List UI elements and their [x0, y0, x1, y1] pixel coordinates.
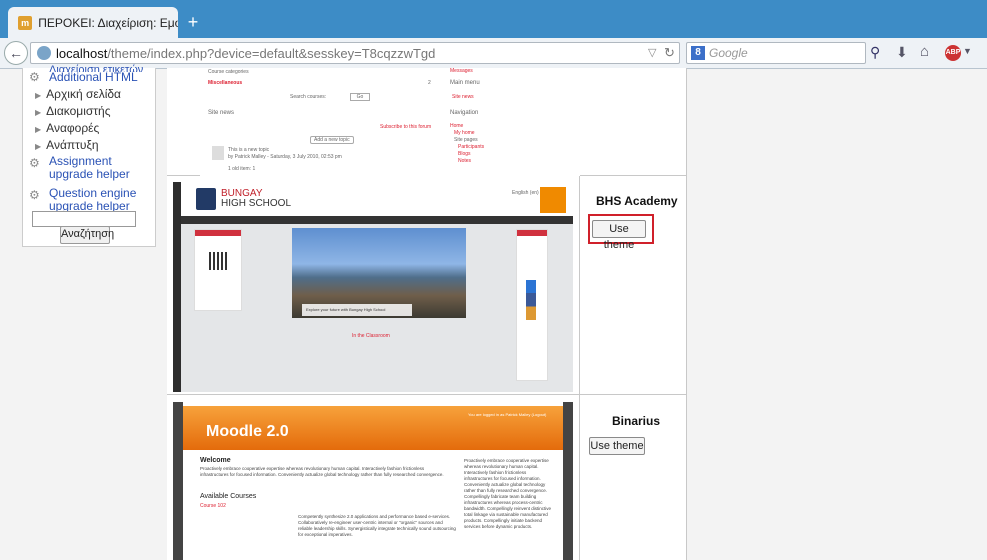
binarius-login-info: You are logged in as Patrick Malley (Log…: [468, 412, 547, 417]
binarius-available-courses: Available Courses: [200, 493, 257, 500]
add-topic-button: Add a new topic: [310, 136, 354, 144]
theme-preview-previous: Course categories Miscellaneous 2 Search…: [200, 68, 580, 176]
course-categories-label: Course categories: [208, 69, 249, 75]
back-icon[interactable]: ←: [4, 41, 28, 65]
gear-icon: ⚙: [29, 156, 40, 170]
nav-blogs: Blogs: [458, 151, 471, 157]
binarius-side-text: Proactively embrace cooperative expertis…: [464, 458, 552, 529]
search-icon[interactable]: ⚲: [870, 44, 880, 61]
go-button: Go: [350, 93, 370, 101]
url-bar[interactable]: localhost/theme/index.php?device=default…: [30, 42, 680, 64]
bhs-left-block: [194, 229, 242, 311]
search-placeholder: Google: [709, 46, 748, 60]
url-path: /theme/index.php?device=default&sesskey=…: [107, 45, 436, 61]
messages-heading: Messages: [450, 68, 473, 74]
triangle-right-icon: ▶: [35, 91, 42, 100]
post-title: This is a new topic: [228, 147, 270, 153]
theme-name-bhs: BHS Academy: [596, 194, 678, 208]
triangle-right-icon: ▶: [35, 142, 42, 151]
bhs-logo-square: [540, 187, 566, 213]
sidebar-item-question-engine[interactable]: Question engine upgrade helper: [49, 187, 153, 213]
sidebar-item-additional-html[interactable]: Additional HTML: [49, 70, 138, 84]
reload-icon[interactable]: ↻: [664, 45, 675, 61]
sidebar-item-assignment-upgrade[interactable]: Assignment upgrade helper: [49, 155, 153, 181]
binarius-welcome-text: Proactively embrace cooperative expertis…: [200, 466, 444, 477]
misc-count: 2: [428, 80, 431, 86]
school-crest-icon: [196, 188, 216, 210]
social-icons: [526, 280, 536, 320]
bhs-slide-caption: Explore your future with Bungay High Sch…: [302, 304, 412, 316]
binarius-welcome-heading: Welcome: [200, 457, 231, 464]
triangle-right-icon: ▶: [35, 125, 42, 134]
subscribe-link: Subscribe to this forum: [380, 124, 432, 130]
url-host: localhost: [56, 45, 108, 61]
chevron-down-icon[interactable]: ▼: [963, 46, 972, 56]
bhs-classroom-heading: In the Classroom: [352, 333, 390, 339]
nav-home: Home: [450, 123, 464, 129]
sidebar-item-label: Αναφορές: [46, 121, 100, 135]
gear-icon: ⚙: [29, 188, 40, 202]
bhs-right-blocks: [516, 229, 548, 381]
nav-notes: Notes: [458, 158, 472, 164]
sidebar-search-input[interactable]: [32, 211, 136, 227]
nav-site-pages: Site pages: [454, 137, 478, 143]
adblock-icon[interactable]: ABP: [945, 45, 961, 61]
bhs-logo-line2: HIGH SCHOOL: [221, 198, 292, 209]
avatar: [212, 146, 224, 160]
use-theme-button[interactable]: Use theme: [592, 220, 646, 251]
older-items: 1 old item: 1: [228, 166, 256, 172]
bhs-language: English (en): [512, 190, 539, 196]
nav-participants: Participants: [458, 144, 485, 150]
misc-category-link: Miscellaneous: [208, 80, 243, 86]
use-theme-button[interactable]: Use theme: [589, 437, 645, 455]
home-icon[interactable]: ⌂: [920, 43, 929, 60]
gear-icon: ⚙: [29, 70, 40, 84]
navigation-heading: Navigation: [450, 110, 479, 116]
binarius-course-link: Course 102: [200, 503, 226, 509]
sidebar-item-label: Αρχική σελίδα: [46, 87, 121, 101]
sidebar-item-label: Ανάπτυξη: [46, 138, 99, 152]
post-byline: by Patrick Malley - Saturday, 3 July 201…: [228, 154, 342, 160]
theme-name-binarius: Binarius: [612, 414, 661, 428]
globe-icon: [37, 46, 51, 60]
sidebar-item-server[interactable]: ▶ Διακομιστής: [35, 104, 111, 118]
triangle-right-icon: ▶: [35, 108, 42, 117]
binarius-site-title: Moodle 2.0: [206, 423, 289, 440]
site-news-heading: Site news: [208, 110, 235, 116]
bhs-menu-bar: [181, 216, 573, 224]
sidebar-search-button[interactable]: Αναζήτηση: [60, 226, 114, 244]
nav-my-home: My home: [454, 130, 475, 136]
tab-title: ΠΕΡΟΚΕΙ: Διαχείριση: Εμφάνισ...: [38, 15, 178, 30]
sidebar-item-label: Διακομιστής: [46, 104, 111, 118]
sidebar-item-frontpage[interactable]: ▶ Αρχική σελίδα: [35, 87, 121, 101]
main-menu-heading: Main menu: [450, 80, 480, 86]
google-icon: 8: [691, 46, 705, 60]
moodle-favicon-icon: m: [18, 15, 33, 30]
site-news-link: Site news: [452, 94, 474, 100]
browser-tab[interactable]: m ΠΕΡΟΚΕΙ: Διαχείριση: Εμφάνισ...: [8, 7, 178, 38]
sidebar-item-development[interactable]: ▶ Ανάπτυξη: [35, 138, 99, 152]
binarius-course-text: Competently synthesize 2.0 applications …: [298, 514, 456, 537]
star-icon[interactable]: ▽: [648, 46, 656, 59]
search-box[interactable]: 8 Google: [686, 42, 866, 64]
sidebar-item-reports[interactable]: ▶ Αναφορές: [35, 121, 99, 135]
search-courses-label: Search courses:: [290, 94, 327, 100]
qr-code-icon: [209, 252, 227, 270]
download-icon[interactable]: ⬇: [896, 44, 908, 61]
new-tab-button[interactable]: +: [182, 12, 204, 32]
